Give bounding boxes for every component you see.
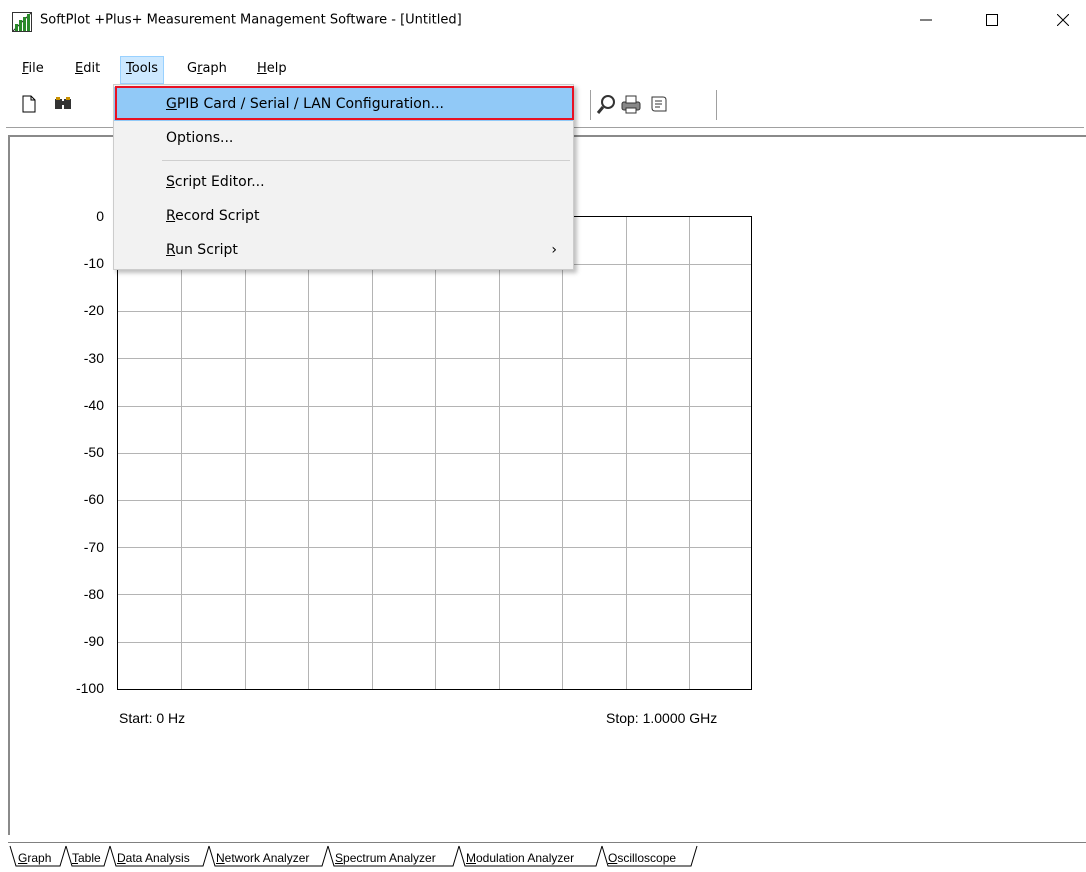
y-tick-label: -90 [83,633,104,649]
tab-graph[interactable]: Graph [18,848,51,868]
menu-item-gpib-configuration[interactable]: GPIB Card / Serial / LAN Configuration..… [114,87,573,121]
grid-line [118,406,751,407]
find-binoculars-icon[interactable] [52,93,74,115]
script-icon[interactable] [647,93,669,115]
tab-data-analysis-accel: D [117,851,126,865]
tab-spectrum-analyzer[interactable]: Spectrum Analyzer [335,848,436,868]
minimize-icon [920,19,932,21]
toolbar-separator [590,90,592,120]
close-icon [1057,14,1069,26]
zoom-icon[interactable] [596,93,618,115]
y-tick-label: -20 [83,302,104,318]
y-tick-label: -40 [83,397,104,413]
tab-modulation-analyzer[interactable]: Modulation Analyzer [466,848,574,868]
grid-line [118,594,751,595]
tab-oscilloscope-label: scilloscope [617,851,677,865]
tab-graph-label: raph [27,851,52,865]
menu-item-gpib-label: PIB Card / Serial / LAN Configuration... [176,96,445,112]
y-tick-label: 0 [96,208,104,224]
new-file-icon[interactable] [18,93,40,115]
close-button[interactable] [1040,0,1086,40]
tab-network-analyzer-label: etwork Analyzer [224,851,310,865]
print-icon[interactable] [620,93,642,115]
tab-modulation-analyzer-accel: M [466,851,476,865]
menu-item-script-editor-accel: S [166,174,175,190]
menu-tools-label: ools [131,61,159,76]
menu-item-run-script-accel: R [166,242,176,258]
plot-area [117,216,752,690]
menu-item-gpib-accel: G [166,96,177,112]
menu-edit[interactable]: Edit [70,56,105,84]
menu-item-options-label: Options... [166,130,234,146]
tab-data-analysis-label: ata Analysis [125,851,190,865]
maximize-icon [986,14,998,26]
tab-network-analyzer[interactable]: Network Analyzer [216,848,309,868]
tab-table-label: able [78,851,101,865]
grid-line [118,453,751,454]
grid-line [118,358,751,359]
menu-item-record-script-label: ecord Script [175,208,260,224]
menu-help[interactable]: Help [252,56,292,84]
menu-graph-pre: G [187,61,198,76]
menu-graph[interactable]: Graph [182,56,232,84]
y-tick-label: -80 [83,586,104,602]
tab-modulation-analyzer-label: odulation Analyzer [476,851,575,865]
app-chart-icon [12,12,32,32]
y-tick-label: -30 [83,350,104,366]
menu-edit-accel: E [75,61,84,76]
tools-dropdown-menu: GPIB Card / Serial / LAN Configuration..… [113,84,574,270]
tab-spectrum-analyzer-label: pectrum Analyzer [343,851,436,865]
y-tick-label: -70 [83,539,104,555]
menu-item-run-script-label: un Script [175,242,238,258]
maximize-button[interactable] [969,0,1015,40]
toolbar-separator [716,90,718,120]
grid-line [118,547,751,548]
grid-line [118,500,751,501]
window-title: SoftPlot +Plus+ Measurement Management S… [40,12,462,28]
tab-table[interactable]: Table [72,848,101,868]
tab-oscilloscope[interactable]: Oscilloscope [608,848,676,868]
tab-graph-accel: G [18,851,28,865]
menu-help-accel: H [257,61,267,76]
minimize-button[interactable] [903,0,949,40]
menu-item-script-editor[interactable]: Script Editor... [114,165,573,199]
tab-data-analysis[interactable]: Data Analysis [117,848,190,868]
x-stop-label: Stop: 1.0000 GHz [606,710,718,726]
y-tick-label: -100 [75,680,104,696]
menu-item-record-script[interactable]: Record Script [114,199,573,233]
y-tick-label: -10 [83,255,104,271]
menu-item-record-script-accel: R [166,208,176,224]
menu-tools[interactable]: Tools [120,56,165,84]
menu-file-label: ile [28,61,44,76]
tab-spectrum-analyzer-accel: S [335,851,344,865]
menu-graph-label: aph [202,61,227,76]
submenu-chevron-icon: › [551,242,557,258]
menu-item-run-script[interactable]: Run Script › [114,233,573,267]
menu-edit-label: dit [83,61,101,76]
y-tick-label: -50 [83,444,104,460]
title-bar: SoftPlot +Plus+ Measurement Management S… [0,0,1086,40]
menu-file[interactable]: File [17,56,49,84]
grid-line [118,642,751,643]
menu-help-label: elp [266,61,287,76]
menu-separator [162,160,570,161]
menu-item-options[interactable]: Options... [114,121,573,155]
tab-network-analyzer-accel: N [216,851,225,865]
menu-item-script-editor-label: cript Editor... [174,174,265,190]
tab-oscilloscope-accel: O [608,851,618,865]
y-tick-label: -60 [83,491,104,507]
grid-line [118,311,751,312]
x-start-label: Start: 0 Hz [119,710,186,726]
